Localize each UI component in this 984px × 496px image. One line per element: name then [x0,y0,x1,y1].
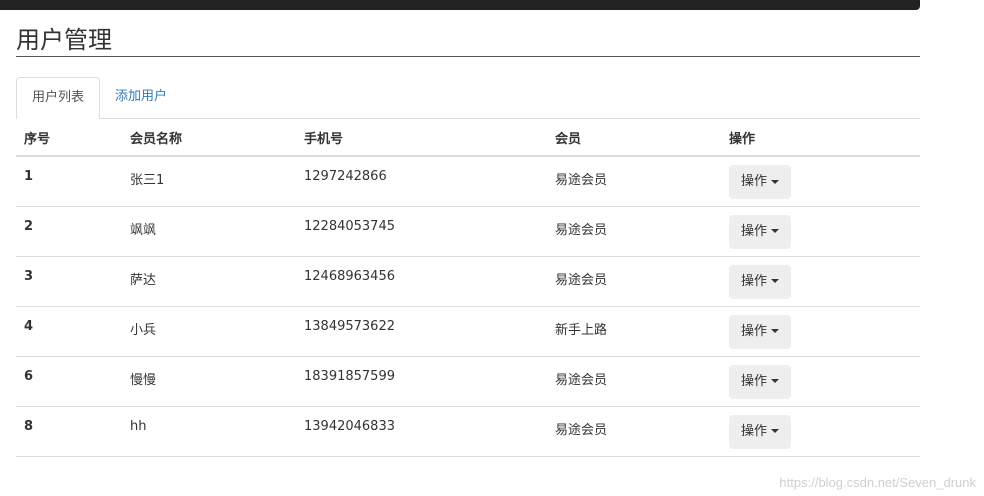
cell-member-name: hh [122,406,296,457]
cell-member-level: 易途会员 [547,406,721,457]
actions-button-label: 操作 [741,273,768,289]
actions-button-label: 操作 [741,174,768,189]
actions-dropdown-button[interactable]: 操作 [729,165,792,199]
table-row: 3 萨达 12468963456 易途会员 操作 [16,256,920,307]
actions-dropdown-button[interactable]: 操作 [729,264,792,299]
actions-button-label: 操作 [741,223,768,239]
actions-button-label: 操作 [741,373,768,389]
cell-index: 8 [16,406,122,457]
tab-bar: 用户列表 添加用户 [16,77,920,119]
table-header-row: 序号 会员名称 手机号 会员 操作 [16,119,920,157]
cell-actions: 操作 [721,406,920,457]
cell-member-name: 飒飒 [122,206,296,257]
header-member-name: 会员名称 [122,119,296,157]
top-navbar [0,0,920,10]
table-row: 8 hh 13942046833 易途会员 操作 [16,406,920,457]
actions-button-label: 操作 [741,323,768,339]
cell-index: 4 [16,306,122,357]
actions-dropdown-button[interactable]: 操作 [729,314,792,349]
cell-phone: 12468963456 [296,256,547,307]
cell-phone: 13942046833 [296,406,547,457]
cell-member-name: 张三1 [122,156,296,207]
caret-down-icon [771,279,780,283]
header-actions: 操作 [721,119,920,157]
tab-user-list[interactable]: 用户列表 [16,77,101,119]
cell-phone: 13849573622 [296,306,547,357]
actions-button-label: 操作 [741,423,768,439]
cell-actions: 操作 [721,306,920,357]
cell-member-level: 易途会员 [547,156,721,207]
caret-down-icon [771,229,780,233]
header-index: 序号 [16,119,122,157]
table-row: 2 飒飒 12284053745 易途会员 操作 [16,206,920,257]
cell-actions: 操作 [721,356,920,407]
caret-down-icon [771,379,780,383]
cell-phone: 18391857599 [296,356,547,407]
cell-member-level: 易途会员 [547,256,721,307]
cell-index: 2 [16,206,122,257]
table-row: 4 小兵 13849573622 新手上路 操作 [16,306,920,357]
watermark-text: https://blog.csdn.net/Seven_drunk [779,475,976,490]
table-row: 1 张三1 1297242866 易途会员 操作 [16,156,920,207]
cell-member-level: 易途会员 [547,206,721,257]
header-phone: 手机号 [296,119,547,157]
actions-dropdown-button[interactable]: 操作 [729,414,792,449]
user-table: 序号 会员名称 手机号 会员 操作 1 张三1 1297242866 易途会员 … [16,119,920,457]
cell-index: 3 [16,256,122,307]
cell-member-name: 慢慢 [122,356,296,407]
page-container: 用户管理 用户列表 添加用户 序号 会员名称 手机号 会员 操作 1 张三1 1… [16,24,920,457]
cell-member-name: 小兵 [122,306,296,357]
table-row: 6 慢慢 18391857599 易途会员 操作 [16,356,920,407]
cell-member-level: 新手上路 [547,306,721,357]
caret-down-icon [771,179,780,184]
caret-down-icon [771,429,780,433]
actions-dropdown-button[interactable]: 操作 [729,214,792,249]
caret-down-icon [771,329,780,333]
cell-index: 6 [16,356,122,407]
cell-actions: 操作 [721,156,920,207]
header-member-level: 会员 [547,119,721,157]
page-title: 用户管理 [16,26,112,54]
cell-member-level: 易途会员 [547,356,721,407]
cell-actions: 操作 [721,206,920,257]
page-header: 用户管理 [16,24,920,57]
tab-add-user[interactable]: 添加用户 [100,77,182,117]
cell-phone: 1297242866 [296,156,547,207]
cell-index: 1 [16,156,122,207]
cell-actions: 操作 [721,256,920,307]
actions-dropdown-button[interactable]: 操作 [729,364,792,399]
cell-member-name: 萨达 [122,256,296,307]
cell-phone: 12284053745 [296,206,547,257]
